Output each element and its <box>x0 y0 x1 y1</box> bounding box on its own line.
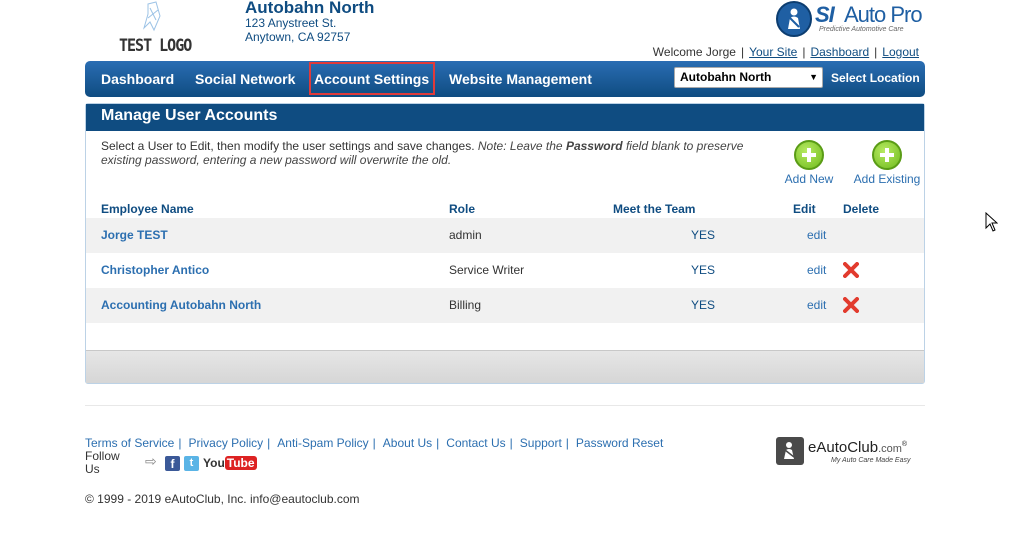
eautoclub-icon <box>776 437 804 465</box>
meet-team-cell: YES <box>691 228 716 242</box>
plus-icon <box>794 140 824 170</box>
top-links: Welcome Jorge | Your Site | Dashboard | Logout <box>652 45 919 59</box>
eautoclub-com: .com <box>878 443 902 455</box>
instructions-note-a: Note: Leave the <box>477 139 566 153</box>
anti-spam-link[interactable]: Anti-Spam Policy <box>277 436 368 450</box>
delete-x-icon[interactable] <box>843 297 859 313</box>
add-new-label: Add New <box>784 172 834 186</box>
instructions-note-bold: Password <box>565 139 623 153</box>
dealer-name: Autobahn North <box>245 0 375 17</box>
footer-divider <box>85 405 925 406</box>
nav-highlight-box <box>309 62 435 95</box>
instructions-plain: Select a User to Edit, then modify the u… <box>101 139 478 153</box>
manage-users-panel: Manage User Accounts Select a User to Ed… <box>85 103 925 384</box>
location-select[interactable]: Autobahn North ▼ <box>674 67 823 88</box>
dealer-address-line2: Anytown, CA 92757 <box>245 30 351 44</box>
add-existing-label: Add Existing <box>853 172 921 186</box>
nav-website-management[interactable]: Website Management <box>449 61 592 97</box>
terms-link[interactable]: Terms of Service <box>85 436 174 450</box>
employee-name-link[interactable]: Jorge TEST <box>101 228 168 242</box>
youtube-tube: Tube <box>224 456 257 470</box>
logo-text: TEST LOGO <box>119 34 192 56</box>
eautoclub-name: eAutoClub.com® <box>808 439 907 456</box>
eautoclub-logo[interactable]: eAutoClub.com® My Auto Care Made Easy <box>776 437 926 469</box>
edit-link[interactable]: edit <box>807 298 826 312</box>
arrow-right-icon: ⇨ <box>145 453 157 469</box>
main-nav: Dashboard Social Network Account Setting… <box>85 61 925 97</box>
col-delete: Delete <box>843 202 880 216</box>
eautoclub-name-text: eAutoClub <box>808 439 879 456</box>
panel-title: Manage User Accounts <box>86 104 924 131</box>
support-link[interactable]: Support <box>520 436 562 450</box>
copyright-text: © 1999 - 2019 eAutoClub, Inc. info@eauto… <box>85 492 360 506</box>
panel-footer-bar <box>86 350 924 383</box>
plus-icon <box>872 140 902 170</box>
delete-x-icon[interactable] <box>843 262 859 278</box>
location-select-value: Autobahn North <box>680 70 772 84</box>
nav-dashboard[interactable]: Dashboard <box>101 61 174 97</box>
follow-us-label: Follow Us <box>85 449 120 476</box>
seatbelt-icon <box>776 1 812 37</box>
dealer-address-line1: 123 Anystreet St. <box>245 16 337 30</box>
meet-team-cell: YES <box>691 298 716 312</box>
welcome-text: Welcome Jorge <box>652 45 736 59</box>
privacy-link[interactable]: Privacy Policy <box>188 436 263 450</box>
company-logo[interactable]: TEST LOGO <box>104 0 204 56</box>
table-row: Accounting Autobahn North Billing YES ed… <box>86 288 924 323</box>
chevron-down-icon: ▼ <box>809 72 818 82</box>
facebook-icon[interactable]: f <box>165 456 180 471</box>
role-cell: Billing <box>449 298 482 312</box>
instructions-text: Select a User to Edit, then modify the u… <box>101 139 761 167</box>
dashboard-link[interactable]: Dashboard <box>810 45 869 59</box>
employee-name-link[interactable]: Accounting Autobahn North <box>101 298 261 312</box>
col-meet-the-team: Meet the Team <box>613 202 696 216</box>
table-row: Christopher Antico Service Writer YES ed… <box>86 253 924 288</box>
col-employee-name: Employee Name <box>101 202 194 216</box>
mouse-cursor-icon <box>985 212 998 232</box>
col-edit: Edit <box>793 202 816 216</box>
youtube-icon[interactable]: You Tube <box>203 456 257 472</box>
table-row: Jorge TEST admin YES edit <box>86 218 924 253</box>
twitter-icon[interactable]: t <box>184 456 199 471</box>
add-existing-button[interactable]: Add Existing <box>852 140 922 186</box>
eautoclub-reg: ® <box>901 441 908 448</box>
role-cell: Service Writer <box>449 263 525 277</box>
brand-si: SI <box>815 2 835 27</box>
eautoclub-tagline: My Auto Care Made Easy <box>831 457 911 464</box>
employee-name-link[interactable]: Christopher Antico <box>101 263 209 277</box>
brand-autopro: Auto Pro <box>844 2 923 27</box>
nav-social-network[interactable]: Social Network <box>195 61 295 97</box>
contact-link[interactable]: Contact Us <box>446 436 505 450</box>
edit-link[interactable]: edit <box>807 228 826 242</box>
youtube-you: You <box>203 456 225 470</box>
about-link[interactable]: About Us <box>383 436 432 450</box>
your-site-link[interactable]: Your Site <box>749 45 797 59</box>
si-autopro-logo[interactable]: SI Auto Pro Predictive Automotive Care <box>776 1 926 39</box>
dealer-info: Autobahn North 123 Anystreet St. Anytown… <box>245 0 374 44</box>
logout-link[interactable]: Logout <box>882 45 919 59</box>
col-role: Role <box>449 202 476 216</box>
select-location-button[interactable]: Select Location <box>831 61 920 95</box>
add-new-button[interactable]: Add New <box>783 140 835 186</box>
role-cell: admin <box>449 228 482 242</box>
edit-link[interactable]: edit <box>807 263 826 277</box>
meet-team-cell: YES <box>691 263 716 277</box>
password-reset-link[interactable]: Password Reset <box>576 436 663 450</box>
footer-links: Terms of Service | Privacy Policy | Anti-Spa… <box>85 436 664 450</box>
brand-tagline: Predictive Automotive Care <box>819 26 904 33</box>
